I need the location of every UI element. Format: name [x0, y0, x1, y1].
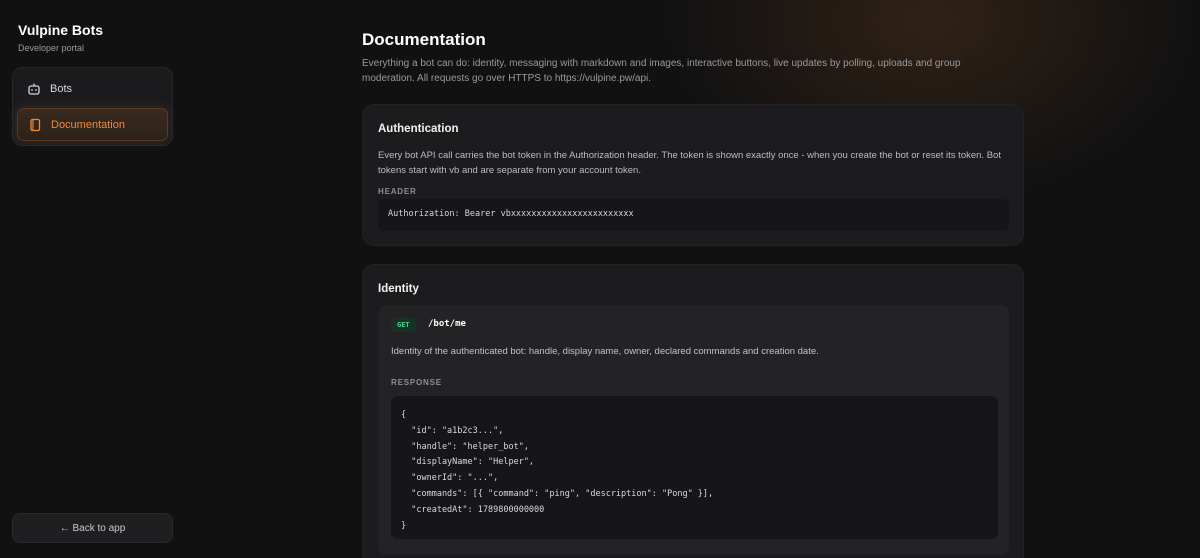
sidebar-item-label: Bots: [50, 82, 73, 95]
brand-subtitle: Developer portal: [18, 43, 85, 53]
page-title: Documentation: [362, 30, 486, 49]
code-line: "ownerId": "...",: [401, 473, 499, 484]
back-to-app-button[interactable]: ← Back to app: [12, 513, 173, 543]
sidebar: Vulpine Bots Developer portal Bots Docum…: [0, 0, 186, 558]
bot-icon: [27, 82, 41, 96]
code-line: "createdAt": 1789800000000: [401, 504, 545, 515]
code-line: {: [401, 410, 407, 420]
card-text: Every bot API call carries the bot token…: [378, 150, 1001, 176]
page-description: Everything a bot can do: identity, messa…: [362, 58, 961, 84]
header-label: HEADER: [378, 187, 417, 196]
code-line: "id": "a1b2c3...",: [401, 425, 504, 436]
endpoint-description: Identity of the authenticated bot: handl…: [391, 346, 819, 357]
response-code-block: { "id": "a1b2c3...", "handle": "helper_b…: [391, 396, 998, 539]
sidebar-item-bots[interactable]: Bots: [17, 72, 168, 105]
sidebar-item-documentation[interactable]: Documentation: [17, 108, 168, 141]
authentication-card: Authentication Every bot API call carrie…: [362, 104, 1024, 246]
response-label: RESPONSE: [391, 378, 442, 387]
method-badge: GET: [391, 318, 416, 332]
code-line: "handle": "helper_bot",: [401, 441, 529, 452]
brand-title: Vulpine Bots: [18, 22, 104, 38]
book-icon: [28, 118, 42, 132]
endpoint-bot-me: GET /bot/me Identity of the authenticate…: [378, 305, 1009, 555]
sidebar-item-label: Documentation: [51, 118, 125, 131]
code-line: "displayName": "Helper",: [401, 457, 535, 468]
code-line: }: [401, 520, 407, 531]
sidebar-nav: Bots Documentation: [12, 67, 173, 146]
card-title: Authentication: [378, 123, 459, 135]
identity-card: Identity GET /bot/me Identity of the aut…: [362, 264, 1024, 558]
card-title: Identity: [378, 283, 419, 295]
endpoint-path: /bot/me: [428, 319, 466, 329]
header-code: Authorization: Bearer vbxxxxxxxxxxxxxxxx…: [378, 199, 1009, 231]
code-line: "commands": [{ "command": "ping", "descr…: [401, 488, 714, 499]
